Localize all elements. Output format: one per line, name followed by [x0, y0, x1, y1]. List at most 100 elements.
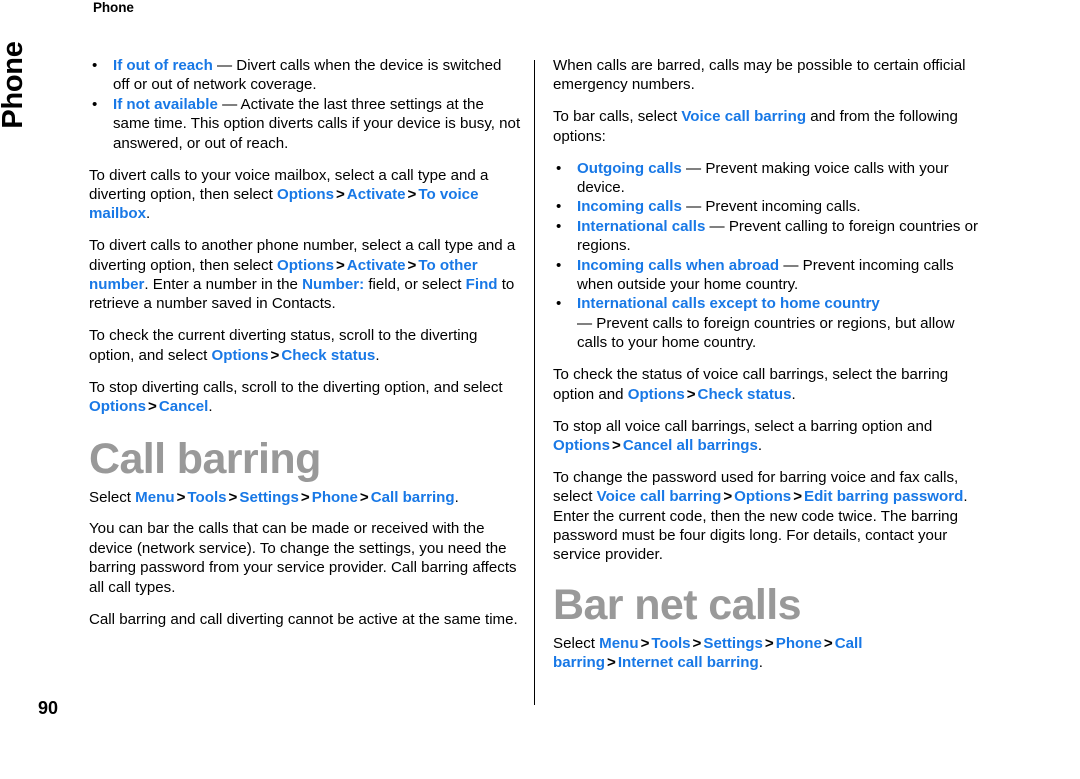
ui-voice-call-barring: Voice call barring [596, 488, 722, 506]
paragraph-other-number: To divert calls to another phone number,… [89, 236, 521, 314]
paragraph-stop-all-barrings: To stop all voice call barrings, select … [553, 417, 985, 456]
path-separator: > [607, 654, 616, 672]
page-title: Call barring [89, 434, 321, 483]
page-title: Bar net calls [553, 580, 802, 629]
bullet-icon: • [92, 57, 98, 74]
path-separator: > [407, 185, 417, 203]
path-separator: > [640, 634, 650, 652]
ui-term: Incoming calls when abroad [577, 256, 780, 274]
ui-options: Options [276, 256, 334, 274]
ui-find: Find [465, 276, 498, 294]
bullet-icon: • [556, 217, 562, 235]
bullet-icon: • [92, 95, 98, 113]
paragraph-to-bar-calls: To bar calls, select Voice call barring … [553, 107, 985, 146]
ui-cancel-all-barrings: Cancel all barrings [622, 436, 758, 454]
ui-menu: Menu [135, 488, 175, 506]
ui-edit-barring-password: Edit barring password [804, 488, 964, 506]
text-fragment: To stop all voice call barrings, select … [553, 417, 933, 435]
ui-term: International calls except to home count… [577, 295, 880, 313]
ui-check-status: Check status [281, 346, 376, 364]
text-fragment: To bar calls, select [553, 108, 682, 126]
paragraph-call-barring-path: Select Menu > Tools > Settings > Phone > Call ba… [89, 488, 521, 507]
ui-options: Options [627, 385, 685, 403]
bullet-icon: • [556, 159, 562, 177]
ui-number-field: Number: [302, 276, 365, 294]
paragraph-change-password: To change the password used for barring … [553, 468, 985, 565]
ui-settings: Settings [239, 488, 299, 506]
path-separator: > [148, 398, 157, 416]
path-separator: > [176, 488, 186, 506]
text-fragment: . [757, 436, 763, 454]
em-dash: — [686, 198, 702, 216]
ui-check-status: Check status [697, 385, 792, 403]
path-separator: > [270, 346, 280, 364]
paragraph-voice-mailbox: To divert calls to your voice mailbox, s… [89, 166, 521, 224]
ui-term: If out of reach [113, 57, 213, 74]
em-dash: — [686, 159, 702, 177]
ui-term: International calls [577, 217, 706, 235]
text-fragment: . [791, 385, 796, 403]
ui-options: Options [211, 346, 269, 364]
path-separator: > [612, 436, 621, 454]
ui-options: Options [89, 398, 147, 416]
section-call-barring: Call barring [89, 436, 521, 482]
text-fragment: field, or select [364, 276, 466, 294]
ui-cancel: Cancel [158, 398, 209, 416]
text-fragment: . [208, 398, 213, 416]
paragraph-bar-net-calls-path: Select Menu > Tools > Settings > Phone > Call ba… [553, 634, 985, 673]
ui-activate: Activate [346, 256, 406, 274]
barring-options-list: • Outgoing calls — Prevent making voice … [553, 159, 985, 353]
running-header: Phone [93, 0, 134, 15]
ui-tools: Tools [187, 488, 227, 506]
paragraph-check-status: To check the current diverting status, s… [89, 326, 521, 365]
ui-menu: Menu [599, 634, 639, 652]
path-separator: > [300, 488, 310, 506]
page-number: 90 [38, 698, 59, 718]
paragraph-stop-diverting: To stop diverting calls, scroll to the d… [89, 378, 521, 417]
path-separator: > [335, 256, 345, 274]
paragraph-bar-calls-info: You can bar the calls that can be made o… [89, 520, 517, 596]
ui-activate: Activate [346, 185, 406, 203]
ui-settings: Settings [703, 634, 763, 652]
list-item: • If out of reach — Divert calls when th… [89, 56, 521, 95]
path-separator: > [335, 185, 345, 203]
list-item: • Incoming calls when abroad — Prevent i… [553, 256, 985, 295]
text-fragment: To stop diverting calls, scroll to the d… [89, 378, 503, 396]
column-divider [534, 60, 535, 705]
list-item: • International calls — Prevent calling … [553, 217, 985, 256]
chapter-tab: Phone [0, 30, 32, 140]
list-item-description: Prevent incoming calls. [705, 198, 861, 216]
ui-internet-call-barring: Internet call barring [617, 654, 759, 672]
right-column: When calls are barred, calls may be poss… [553, 56, 985, 685]
list-item: • If not available — Activate the last t… [89, 95, 521, 153]
path-separator: > [692, 634, 702, 652]
text-fragment: . [454, 488, 459, 506]
path-separator: > [764, 634, 774, 652]
list-item: • International calls except to home cou… [553, 294, 985, 352]
path-separator: > [228, 488, 238, 506]
ui-phone: Phone [775, 634, 822, 652]
path-separator: > [793, 488, 803, 506]
path-separator: > [823, 634, 833, 652]
em-dash: — [783, 256, 799, 274]
bullet-icon: • [556, 198, 562, 216]
path-separator: > [723, 488, 733, 506]
ui-term: If not available [113, 95, 218, 113]
em-dash: — [577, 314, 593, 332]
manual-page: Phone Phone • If out of reach — Divert c… [0, 0, 1080, 779]
ui-voice-call-barring: Voice call barring [681, 108, 807, 126]
ui-call-barring: Call barring [370, 488, 455, 506]
diverting-options-list: • If out of reach — Divert calls when th… [89, 56, 521, 153]
paragraph-cannot-be-active: Call barring and call diverting cannot b… [89, 610, 518, 628]
path-separator: > [686, 385, 696, 403]
ui-tools: Tools [651, 634, 691, 652]
ui-term: Outgoing calls [577, 159, 682, 177]
list-item-description: Prevent calls to foreign countries or re… [577, 314, 955, 352]
text-fragment: Select [89, 488, 136, 506]
text-fragment: . Enter a number in the [144, 276, 303, 294]
left-column: • If out of reach — Divert calls when th… [89, 56, 521, 641]
text-fragment: Select [553, 634, 600, 652]
path-separator: > [407, 256, 417, 274]
text-fragment: . [758, 654, 763, 672]
ui-options: Options [553, 436, 611, 454]
